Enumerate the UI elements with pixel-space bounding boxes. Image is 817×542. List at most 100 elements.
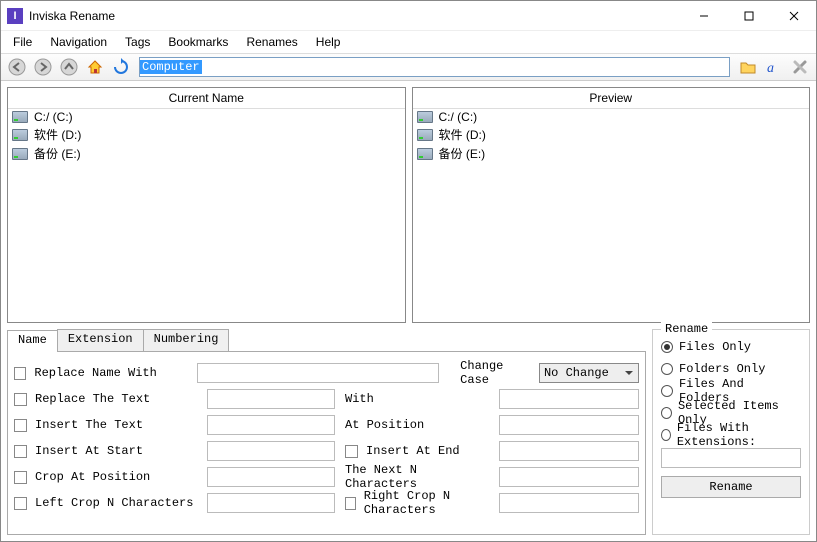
- up-button[interactable]: [57, 55, 81, 79]
- back-button[interactable]: [5, 55, 29, 79]
- address-bar[interactable]: Computer: [139, 57, 730, 77]
- file-panels: Current Name C:/ (C:) 软件 (D:) 备份 (E:) Pr…: [1, 81, 816, 329]
- insert-end-input[interactable]: [499, 441, 639, 461]
- next-n-label: The Next N Characters: [345, 463, 495, 491]
- insert-start-label: Insert At Start: [35, 444, 203, 458]
- menu-file[interactable]: File: [5, 33, 40, 51]
- insert-end-label: Insert At End: [366, 444, 460, 458]
- rename-options-tabs: Name Extension Numbering Replace Name Wi…: [7, 329, 646, 535]
- menu-tags[interactable]: Tags: [117, 33, 158, 51]
- replace-text-input[interactable]: [207, 389, 335, 409]
- app-icon: I: [7, 8, 23, 24]
- crop-pos-label: Crop At Position: [35, 470, 203, 484]
- bottom-area: Name Extension Numbering Replace Name Wi…: [1, 329, 816, 541]
- rename-group-title: Rename: [661, 322, 712, 336]
- replace-text-label: Replace The Text: [35, 392, 203, 406]
- case-button[interactable]: a: [762, 55, 786, 79]
- at-position-label: At Position: [345, 418, 424, 432]
- list-item[interactable]: C:/ (C:): [8, 109, 405, 125]
- left-crop-checkbox[interactable]: [14, 497, 27, 510]
- list-item[interactable]: C:/ (C:): [413, 109, 810, 125]
- window-title: Inviska Rename: [29, 9, 681, 23]
- tab-extension[interactable]: Extension: [57, 329, 144, 351]
- insert-end-checkbox[interactable]: [345, 445, 358, 458]
- tab-name-body: Replace Name With Change Case No Change …: [7, 351, 646, 535]
- menu-navigation[interactable]: Navigation: [42, 33, 115, 51]
- list-item[interactable]: 软件 (D:): [8, 125, 405, 144]
- insert-start-input[interactable]: [207, 441, 335, 461]
- refresh-button[interactable]: [109, 55, 133, 79]
- left-crop-label: Left Crop N Characters: [35, 496, 203, 510]
- extensions-input[interactable]: [661, 448, 801, 468]
- radio-selected-only[interactable]: [661, 407, 672, 419]
- toolbar: Computer a: [1, 53, 816, 81]
- right-crop-input[interactable]: [499, 493, 639, 513]
- current-name-panel: Current Name C:/ (C:) 软件 (D:) 备份 (E:): [7, 87, 406, 323]
- insert-text-label: Insert The Text: [35, 418, 203, 432]
- insert-text-checkbox[interactable]: [14, 419, 27, 432]
- tab-numbering[interactable]: Numbering: [143, 329, 230, 351]
- drive-icon: [417, 111, 433, 123]
- item-label: 备份 (E:): [34, 145, 81, 162]
- current-name-header: Current Name: [8, 88, 405, 109]
- radio-files-with-ext[interactable]: [661, 429, 671, 441]
- replace-name-input[interactable]: [197, 363, 439, 383]
- item-label: C:/ (C:): [439, 110, 478, 124]
- forward-button[interactable]: [31, 55, 55, 79]
- menu-help[interactable]: Help: [308, 33, 349, 51]
- change-case-select[interactable]: No Change: [539, 363, 639, 383]
- drive-icon: [417, 148, 433, 160]
- radio-files-only-label: Files Only: [679, 340, 751, 354]
- item-label: 软件 (D:): [439, 126, 486, 143]
- rename-button[interactable]: Rename: [661, 476, 801, 498]
- list-item[interactable]: 备份 (E:): [413, 144, 810, 163]
- replace-text-checkbox[interactable]: [14, 393, 27, 406]
- address-text: Computer: [140, 60, 202, 74]
- tab-name[interactable]: Name: [7, 330, 58, 352]
- radio-folders-only-label: Folders Only: [679, 362, 765, 376]
- left-crop-input[interactable]: [207, 493, 335, 513]
- list-item[interactable]: 备份 (E:): [8, 144, 405, 163]
- maximize-button[interactable]: [726, 1, 771, 30]
- next-n-input[interactable]: [499, 467, 639, 487]
- radio-files-only[interactable]: [661, 341, 673, 353]
- svg-text:a: a: [767, 61, 774, 76]
- drive-icon: [12, 148, 28, 160]
- radio-folders-only[interactable]: [661, 363, 673, 375]
- replace-name-label: Replace Name With: [34, 366, 193, 380]
- close-button[interactable]: [771, 1, 816, 30]
- drive-icon: [12, 129, 28, 141]
- insert-text-input[interactable]: [207, 415, 335, 435]
- titlebar: I Inviska Rename: [1, 1, 816, 31]
- crop-pos-input[interactable]: [207, 467, 335, 487]
- item-label: C:/ (C:): [34, 110, 73, 124]
- home-button[interactable]: [83, 55, 107, 79]
- current-name-list[interactable]: C:/ (C:) 软件 (D:) 备份 (E:): [8, 109, 405, 322]
- preview-list[interactable]: C:/ (C:) 软件 (D:) 备份 (E:): [413, 109, 810, 322]
- minimize-button[interactable]: [681, 1, 726, 30]
- list-item[interactable]: 软件 (D:): [413, 125, 810, 144]
- rename-group: Rename Files Only Folders Only Files And…: [652, 329, 810, 535]
- right-crop-label: Right Crop N Characters: [364, 489, 495, 517]
- settings-button[interactable]: [788, 55, 812, 79]
- menu-bookmarks[interactable]: Bookmarks: [160, 33, 236, 51]
- drive-icon: [12, 111, 28, 123]
- open-folder-button[interactable]: [736, 55, 760, 79]
- at-position-input[interactable]: [499, 415, 639, 435]
- item-label: 备份 (E:): [439, 145, 486, 162]
- with-label: With: [345, 392, 374, 406]
- radio-files-with-ext-label: Files With Extensions:: [677, 421, 801, 449]
- menu-renames[interactable]: Renames: [238, 33, 305, 51]
- radio-files-and-folders[interactable]: [661, 385, 673, 397]
- change-case-label: Change Case: [460, 359, 535, 387]
- item-label: 软件 (D:): [34, 126, 81, 143]
- right-crop-checkbox[interactable]: [345, 497, 356, 510]
- replace-with-input[interactable]: [499, 389, 639, 409]
- crop-pos-checkbox[interactable]: [14, 471, 27, 484]
- drive-icon: [417, 129, 433, 141]
- replace-name-checkbox[interactable]: [14, 367, 26, 380]
- preview-header: Preview: [413, 88, 810, 109]
- preview-panel: Preview C:/ (C:) 软件 (D:) 备份 (E:): [412, 87, 811, 323]
- insert-start-checkbox[interactable]: [14, 445, 27, 458]
- menubar: File Navigation Tags Bookmarks Renames H…: [1, 31, 816, 53]
